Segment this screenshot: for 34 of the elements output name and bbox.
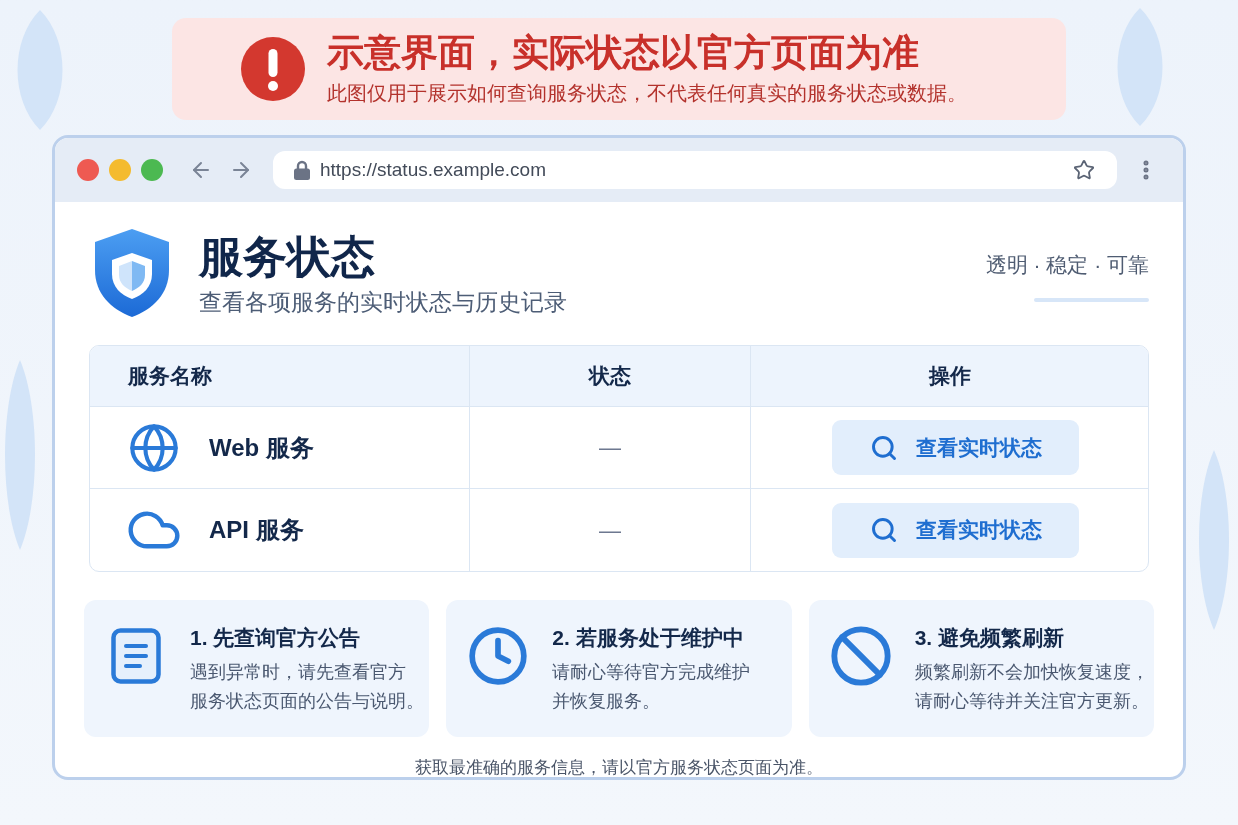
page-title: 服务状态 xyxy=(199,231,376,283)
page-subtitle: 查看各项服务的实时状态与历史记录 xyxy=(199,288,567,316)
prohibited-icon xyxy=(828,624,893,688)
column-header: 状态 xyxy=(589,363,631,390)
globe-icon xyxy=(128,421,180,474)
window-close-icon[interactable] xyxy=(77,159,99,181)
address-bar[interactable]: https://status.example.com xyxy=(273,151,1117,189)
tip-text: 频繁刷新不会加快恢复速度， 请耐心等待并关注官方更新。 xyxy=(914,661,1149,713)
document-icon xyxy=(111,628,161,684)
bookmark-star-icon[interactable] xyxy=(1073,159,1095,181)
tip-text: 遇到异常时，请先查看官方 服务状态页面的公告与说明。 xyxy=(190,661,424,713)
alert-icon xyxy=(241,37,305,101)
column-header: 服务名称 xyxy=(128,363,212,390)
notice-text: 此图仅用于展示如何查询服务状态，不代表任何真实的服务状态或数据。 xyxy=(327,80,967,106)
service-name: API 服务 xyxy=(209,515,304,545)
view-status-button[interactable]: 查看实时状态 xyxy=(832,420,1079,475)
status-text: — xyxy=(599,516,621,545)
search-icon xyxy=(869,433,898,462)
window-maximize-icon[interactable] xyxy=(141,159,163,181)
tip-title: 3. 避免频繁刷新 xyxy=(914,625,1065,651)
tip-text: 请耐心等待官方完成维护 并恢复服务。 xyxy=(552,661,751,713)
tip-title: 2. 若服务处于维护中 xyxy=(552,625,745,651)
status-text: — xyxy=(599,434,621,462)
clock-icon xyxy=(467,625,530,687)
footer-note: 获取最准确的服务信息，请以官方服务状态页面为准。 xyxy=(415,759,823,777)
notice-title: 示意界面，实际状态以官方页面为准 xyxy=(327,30,920,75)
tip-title: 1. 先查询官方公告 xyxy=(190,625,362,651)
column-header: 操作 xyxy=(928,363,971,390)
search-icon xyxy=(869,516,898,544)
view-status-button[interactable]: 查看实时状态 xyxy=(832,502,1079,558)
service-name: Web 服务 xyxy=(209,432,314,463)
lock-icon xyxy=(294,160,310,180)
tagline: 透明 · 稳定 · 可靠 xyxy=(985,252,1149,278)
shield-icon xyxy=(93,228,171,318)
